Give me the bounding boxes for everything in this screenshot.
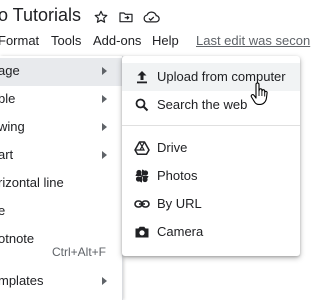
menu-item-label: mplates xyxy=(0,273,44,288)
image-submenu: Upload from computer Search the web Driv… xyxy=(122,56,300,256)
insert-menu-item-image[interactable]: age xyxy=(0,58,122,86)
search-the-web-item[interactable]: Search the web xyxy=(122,91,300,119)
search-icon xyxy=(134,97,150,113)
photos-item[interactable]: Photos xyxy=(122,162,300,190)
upload-from-computer-item[interactable]: Upload from computer xyxy=(122,63,300,91)
upload-icon xyxy=(134,69,150,85)
submenu-arrow-icon xyxy=(102,277,107,285)
insert-menu-item-chart[interactable]: art xyxy=(0,142,122,170)
menu-item-label: Camera xyxy=(157,224,204,239)
menu-item-label: ble xyxy=(0,91,16,106)
insert-menu-item-horizontal-line[interactable]: rizontal line xyxy=(0,170,122,198)
menu-item-label: wing xyxy=(0,119,25,134)
menu-item-label: art xyxy=(0,147,14,162)
menu-tools[interactable]: Tools xyxy=(51,33,81,48)
menu-item-label: age xyxy=(0,63,20,78)
insert-menu-item-table[interactable]: ble xyxy=(0,86,122,114)
drive-item[interactable]: Drive xyxy=(122,134,300,162)
cloud-status-icon[interactable] xyxy=(142,8,160,26)
insert-menu-item-date[interactable]: e xyxy=(0,198,122,226)
menu-item-label: e xyxy=(0,203,6,218)
by-url-item[interactable]: By URL xyxy=(122,190,300,218)
last-edit-link[interactable]: Last edit was secon xyxy=(196,33,310,48)
camera-item[interactable]: Camera xyxy=(122,218,300,246)
menu-item-label: Drive xyxy=(157,140,188,155)
insert-menu-item-templates[interactable]: mplates xyxy=(0,268,122,296)
menu-format[interactable]: Format xyxy=(0,33,39,48)
drive-icon xyxy=(134,140,150,156)
menu-item-label: By URL xyxy=(157,196,202,211)
move-to-folder-icon[interactable] xyxy=(117,8,135,26)
menu-add-ons[interactable]: Add-ons xyxy=(93,33,141,48)
menu-bar: Format Tools Add-ons Help Last edit was … xyxy=(0,32,310,50)
menu-item-label: rizontal line xyxy=(0,175,64,190)
footnote-shortcut-row: Ctrl+Alt+F xyxy=(0,245,122,260)
title-bar: o Tutorials xyxy=(0,0,300,32)
hand-pointer-cursor-icon xyxy=(250,82,270,106)
star-icon[interactable] xyxy=(92,8,110,26)
menu-item-label: Photos xyxy=(157,168,198,183)
document-title[interactable]: o Tutorials xyxy=(0,5,81,26)
submenu-arrow-icon xyxy=(102,123,107,131)
menu-divider xyxy=(122,125,300,126)
footnote-shortcut: Ctrl+Alt+F xyxy=(52,245,107,259)
photos-icon xyxy=(134,168,150,184)
insert-menu: age ble wing art rizontal line e otnote … xyxy=(0,56,123,300)
menu-item-label: otnote xyxy=(0,231,35,246)
link-icon xyxy=(134,196,150,212)
menu-help[interactable]: Help xyxy=(152,33,179,48)
insert-menu-item-drawing[interactable]: wing xyxy=(0,114,122,142)
submenu-arrow-icon xyxy=(102,95,107,103)
submenu-arrow-icon xyxy=(102,151,107,159)
menu-item-label: Search the web xyxy=(157,97,248,112)
submenu-arrow-icon xyxy=(102,67,107,75)
camera-icon xyxy=(134,224,150,240)
